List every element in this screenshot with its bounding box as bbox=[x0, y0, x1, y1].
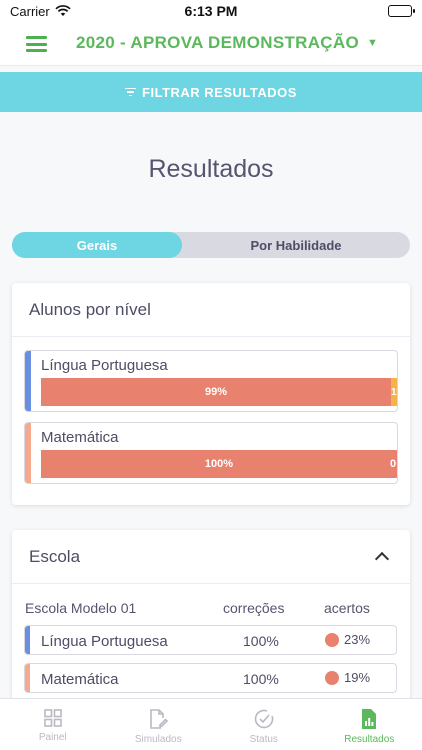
subject-name: Língua Portuguesa bbox=[41, 357, 168, 374]
row-correcoes: 100% bbox=[243, 671, 279, 687]
tab-status[interactable]: Status bbox=[211, 699, 317, 750]
app-bar: 2020 - APROVA DEMONSTRAÇÃO ▼ bbox=[0, 22, 422, 66]
course-selector[interactable]: 2020 - APROVA DEMONSTRAÇÃO ▼ bbox=[76, 33, 378, 53]
level-segment: 1% bbox=[391, 378, 397, 406]
edit-doc-icon bbox=[150, 709, 169, 729]
row-subject: Língua Portuguesa bbox=[41, 633, 168, 650]
results-segmented-control: Gerais Por Habilidade bbox=[12, 232, 410, 258]
alunos-por-nivel-card: Alunos por nível Língua Portuguesa 99%1%… bbox=[12, 283, 410, 505]
clock: 6:13 PM bbox=[184, 3, 238, 19]
row-correcoes: 100% bbox=[243, 633, 279, 649]
course-title: 2020 - APROVA DEMONSTRAÇÃO bbox=[76, 33, 359, 52]
page-title: Resultados bbox=[148, 155, 274, 183]
subject-accent bbox=[25, 423, 31, 483]
row-acertos-value: 23% bbox=[344, 632, 371, 647]
escola-card-header[interactable]: Escola bbox=[12, 530, 410, 584]
subject-accent bbox=[25, 351, 31, 411]
battery-icon bbox=[388, 5, 415, 17]
subject-matematica[interactable]: Matemática 100% 0 bbox=[24, 422, 398, 484]
segment-por-habilidade[interactable]: Por Habilidade bbox=[182, 232, 410, 258]
chart-doc-icon bbox=[362, 709, 377, 729]
tab-label: Simulados bbox=[134, 734, 182, 745]
row-subject: Matemática bbox=[41, 671, 119, 688]
escola-card-title: Escola bbox=[29, 546, 81, 566]
caret-down-icon: ▼ bbox=[367, 37, 379, 49]
row-acertos: 23% bbox=[325, 632, 370, 647]
segment-gerais[interactable]: Gerais bbox=[12, 232, 182, 258]
tab-resultados[interactable]: Resultados bbox=[317, 699, 422, 750]
level-bar: 99%1% bbox=[41, 378, 397, 406]
tab-bar: Painel Simulados Status Resultados bbox=[0, 698, 422, 750]
filter-icon bbox=[125, 87, 137, 97]
tab-simulados[interactable]: Simulados bbox=[106, 699, 212, 750]
row-acertos: 19% bbox=[325, 670, 370, 685]
level-segment: 0 bbox=[389, 458, 397, 470]
status-bar: Carrier 6:13 PM bbox=[0, 0, 422, 22]
chevron-up-icon[interactable] bbox=[374, 551, 390, 567]
subject-lingua-portuguesa[interactable]: Língua Portuguesa 99%1% bbox=[24, 350, 398, 412]
status-dot bbox=[325, 632, 339, 647]
tab-label: Status bbox=[249, 734, 278, 745]
col-correcoes: correções bbox=[223, 600, 285, 616]
col-acertos: acertos bbox=[324, 600, 370, 616]
menu-icon[interactable] bbox=[26, 36, 47, 52]
level-segment: 100% bbox=[41, 450, 397, 478]
filter-label: FILTRAR RESULTADOS bbox=[142, 84, 297, 100]
filter-results-button[interactable]: FILTRAR RESULTADOS bbox=[0, 72, 422, 112]
level-bar: 100% 0 bbox=[41, 450, 397, 478]
row-acertos-value: 19% bbox=[344, 670, 371, 685]
level-segment: 99% bbox=[41, 378, 391, 406]
grid-icon bbox=[43, 709, 62, 727]
alunos-card-title: Alunos por nível bbox=[12, 283, 410, 337]
tab-painel[interactable]: Painel bbox=[0, 699, 106, 750]
check-circle-icon bbox=[254, 709, 274, 729]
row-accent bbox=[25, 664, 30, 692]
tab-label: Painel bbox=[38, 732, 67, 743]
school-name: Escola Modelo 01 bbox=[25, 600, 137, 616]
row-accent bbox=[25, 626, 30, 654]
school-row-matematica[interactable]: Matemática 100% 19% bbox=[24, 663, 397, 693]
school-row-lingua-portuguesa[interactable]: Língua Portuguesa 100% 23% bbox=[24, 625, 397, 655]
status-dot bbox=[325, 670, 339, 685]
tab-label: Resultados bbox=[344, 734, 395, 745]
subject-name: Matemática bbox=[41, 429, 119, 446]
